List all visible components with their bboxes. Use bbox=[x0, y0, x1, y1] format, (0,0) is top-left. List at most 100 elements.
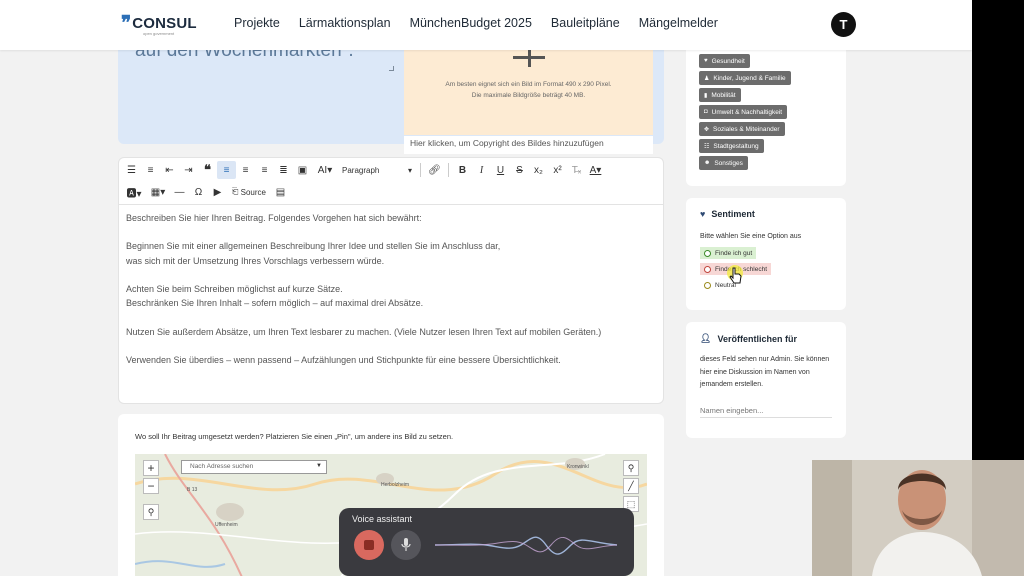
table-icon[interactable]: ▦▾ bbox=[146, 183, 170, 201]
align-justify-icon[interactable]: ≣ bbox=[274, 161, 293, 179]
stop-recording-button[interactable] bbox=[354, 530, 384, 560]
editor-content[interactable]: Beschreiben Sie hier Ihren Beitrag. Folg… bbox=[126, 211, 656, 381]
font-color-icon[interactable]: A▾ bbox=[586, 161, 605, 179]
zoom-in-button[interactable]: + bbox=[143, 460, 159, 476]
nav-link-muenchenbudget[interactable]: MünchenBudget 2025 bbox=[410, 16, 532, 30]
tag-mobilitaet[interactable]: ▮ Mobilität bbox=[699, 88, 741, 102]
editor-paragraph: Verwenden Sie überdies – wenn passend – … bbox=[126, 354, 561, 365]
map-marker-icon[interactable]: ⚲ bbox=[623, 460, 639, 476]
highlight-icon[interactable]: 🅰︎▾ bbox=[122, 183, 146, 201]
tag-stadtgestaltung[interactable]: ☷ Stadtgestaltung bbox=[699, 139, 764, 153]
address-search-placeholder: Nach Adresse suchen bbox=[190, 463, 254, 470]
microphone-button[interactable] bbox=[391, 530, 421, 560]
nav-link-bauleitplaene[interactable]: Bauleitpläne bbox=[551, 16, 620, 30]
sentiment-title: ♥ Sentiment bbox=[700, 209, 755, 219]
strikethrough-icon[interactable]: S bbox=[510, 161, 529, 179]
image-gallery-icon[interactable]: ▤ bbox=[271, 183, 290, 201]
nav-links: Projekte Lärmaktionsplan MünchenBudget 2… bbox=[234, 16, 718, 30]
align-left-icon[interactable]: ≡ bbox=[217, 161, 236, 179]
source-button[interactable]: ⎗ Source bbox=[227, 183, 271, 201]
chevron-down-icon: ▼ bbox=[316, 463, 322, 469]
heart-icon: ♥ bbox=[700, 209, 706, 219]
consul-logo[interactable]: ❞ CONSUL open government bbox=[121, 14, 197, 36]
special-characters-icon[interactable]: Ω bbox=[189, 183, 208, 201]
editor-toolbar-row2: 🅰︎▾ ▦▾ — Ω ▶ ⎗ Source ▤ bbox=[122, 181, 290, 203]
rich-text-editor: ☰ ≡ ⇤ ⇥ ❝ ≡ ≡ ≡ ≣ ▣ AI▾ Paragraph ▾ 🔗︎ B… bbox=[118, 157, 664, 404]
remove-format-icon[interactable]: T̶ₓ bbox=[567, 161, 586, 179]
source-label: Source bbox=[240, 187, 266, 197]
tag-kinder-jugend-familie[interactable]: ♟ Kinder, Jugend & Familie bbox=[699, 71, 791, 85]
tag-label: Kinder, Jugend & Familie bbox=[713, 74, 786, 82]
category-tags: ♥ Gesundheit ♟ Kinder, Jugend & Familie ▮ M… bbox=[699, 54, 791, 170]
name-input[interactable]: Namen eingeben... bbox=[700, 402, 832, 418]
bulleted-list-icon[interactable]: ☰ bbox=[122, 161, 141, 179]
car-icon: ◘ bbox=[704, 109, 708, 115]
tag-sonstiges[interactable]: ☻ Sonstiges bbox=[699, 156, 748, 170]
text-style-icon[interactable]: AI▾ bbox=[312, 161, 338, 179]
chevron-down-icon: ▾ bbox=[407, 165, 412, 175]
align-right-icon[interactable]: ≡ bbox=[255, 161, 274, 179]
media-embed-icon[interactable]: ▶ bbox=[208, 183, 227, 201]
publish-title-text: Veröffentlichen für bbox=[717, 333, 797, 344]
superscript-icon[interactable]: x² bbox=[548, 161, 567, 179]
subscript-icon[interactable]: x₂ bbox=[529, 161, 548, 179]
audio-waveform bbox=[434, 536, 618, 555]
user-avatar[interactable]: T bbox=[831, 12, 856, 37]
tag-label: Umwelt & Nachhaltigkeit bbox=[711, 108, 783, 116]
logo-subtext: open government bbox=[143, 31, 175, 36]
categories-card: ♥ Gesundheit ♟ Kinder, Jugend & Familie ▮ M… bbox=[686, 30, 846, 186]
tag-label: Stadtgestaltung bbox=[713, 142, 759, 150]
upload-hint: Am besten eignet sich ein Bild im Format… bbox=[404, 79, 653, 101]
link-icon[interactable]: 🔗︎ bbox=[425, 161, 444, 179]
numbered-list-icon[interactable]: ≡ bbox=[141, 161, 160, 179]
copyright-input[interactable]: Hier klicken, um Copyright des Bildes hi… bbox=[404, 136, 653, 154]
sentiment-option-good[interactable]: Finde ich gut bbox=[700, 247, 757, 259]
voice-assistant-title: Voice assistant bbox=[352, 514, 413, 524]
italic-icon[interactable]: I bbox=[472, 161, 491, 179]
nav-link-laermaktionsplan[interactable]: Lärmaktionsplan bbox=[299, 16, 391, 30]
tag-label: Mobilität bbox=[711, 91, 736, 99]
toolbar-divider bbox=[420, 163, 421, 177]
outdent-icon[interactable]: ⇤ bbox=[160, 161, 179, 179]
logo-text: CONSUL bbox=[132, 15, 197, 32]
tag-label: Sonstiges bbox=[714, 159, 743, 167]
upload-hint-line2: Die maximale Bildgröße beträgt 40 MB. bbox=[471, 92, 586, 99]
insert-image-icon[interactable]: ▣ bbox=[293, 161, 312, 179]
blockquote-icon[interactable]: ❝ bbox=[198, 161, 217, 179]
editor-paragraph: Nutzen Sie außerdem Absätze, um Ihren Te… bbox=[126, 326, 602, 337]
indent-icon[interactable]: ⇥ bbox=[179, 161, 198, 179]
editor-paragraph: Beschreiben Sie hier Ihren Beitrag. Folg… bbox=[126, 213, 422, 223]
map-place-label: Herbolzheim bbox=[381, 482, 410, 488]
upload-hint-line1: Am besten eignet sich ein Bild im Format… bbox=[445, 81, 612, 88]
paragraph-format-select[interactable]: Paragraph ▾ bbox=[338, 162, 416, 178]
address-search-select[interactable]: Nach Adresse suchen ▼ bbox=[181, 460, 327, 474]
stop-icon bbox=[364, 540, 374, 550]
tag-umwelt-nachhaltigkeit[interactable]: ◘ Umwelt & Nachhaltigkeit bbox=[699, 105, 788, 119]
presenter-video bbox=[812, 460, 1024, 576]
map-road-label: B 13 bbox=[187, 487, 198, 493]
image-upload-dropzone[interactable]: Am besten eignet sich ein Bild im Format… bbox=[404, 50, 653, 135]
map-place-label: Uffenheim bbox=[215, 522, 238, 528]
bold-icon[interactable]: B bbox=[453, 161, 472, 179]
nav-link-projekte[interactable]: Projekte bbox=[234, 16, 280, 30]
horizontal-line-icon[interactable]: — bbox=[170, 183, 189, 201]
radio-icon bbox=[704, 265, 711, 273]
tag-soziales-miteinander[interactable]: ✥ Soziales & Miteinander bbox=[699, 122, 785, 136]
radio-icon bbox=[704, 249, 711, 257]
toolbar-divider bbox=[448, 163, 449, 177]
draw-line-icon[interactable]: ╱ bbox=[623, 478, 639, 494]
zoom-out-button[interactable]: − bbox=[143, 478, 159, 494]
align-center-icon[interactable]: ≡ bbox=[236, 161, 255, 179]
nav-link-maengelmelder[interactable]: Mängelmelder bbox=[639, 16, 718, 30]
webcam-overlay bbox=[812, 460, 1024, 576]
location-pin-icon[interactable]: ⚲ bbox=[143, 504, 159, 520]
textarea-resize-handle[interactable] bbox=[389, 66, 394, 71]
underline-icon[interactable]: U bbox=[491, 161, 510, 179]
sentiment-hint: Bitte wählen Sie eine Option aus bbox=[700, 233, 802, 240]
tag-gesundheit[interactable]: ♥ Gesundheit bbox=[699, 54, 750, 68]
user-icon: 👤︎ bbox=[700, 333, 712, 343]
editor-toolbar-row1: ☰ ≡ ⇤ ⇥ ❝ ≡ ≡ ≡ ≣ ▣ AI▾ Paragraph ▾ 🔗︎ B… bbox=[122, 159, 605, 181]
hands-icon: ✥ bbox=[704, 126, 710, 133]
editor-paragraph: Achten Sie beim Schreiben möglichst auf … bbox=[126, 283, 424, 309]
microphone-icon bbox=[401, 538, 411, 551]
